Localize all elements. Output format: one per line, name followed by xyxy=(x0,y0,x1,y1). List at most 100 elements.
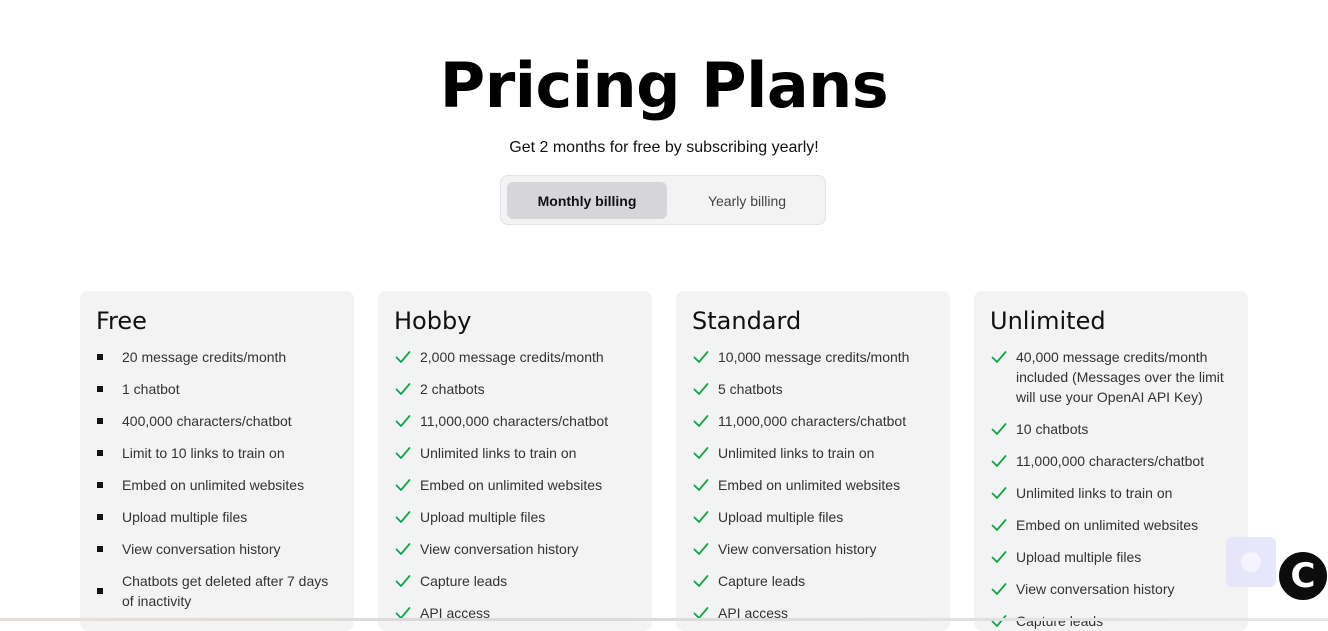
feature-text: 11,000,000 characters/chatbot xyxy=(1016,453,1205,469)
check-icon xyxy=(395,575,411,587)
check-icon xyxy=(395,383,411,395)
feature-text: Capture leads xyxy=(420,573,508,589)
feature-text: Capture leads xyxy=(1016,613,1104,629)
square-bullet-icon xyxy=(97,386,103,392)
feature-item: 2,000 message credits/month xyxy=(394,347,636,367)
chat-widget-preview[interactable] xyxy=(1226,537,1276,587)
feature-item: Embed on unlimited websites xyxy=(394,475,636,495)
feature-text: 400,000 characters/chatbot xyxy=(122,413,292,429)
feature-item: 1 chatbot xyxy=(96,379,338,399)
check-icon xyxy=(991,583,1007,595)
feature-item: View conversation history xyxy=(692,539,934,559)
feature-item: 20 message credits/month xyxy=(96,347,338,367)
feature-item: Capture leads xyxy=(990,611,1232,631)
feature-item: Unlimited links to train on xyxy=(692,443,934,463)
feature-item: View conversation history xyxy=(96,539,338,559)
feature-list: 40,000 message credits/month included (M… xyxy=(990,347,1232,631)
plan-card-unlimited: Unlimited 40,000 message credits/month i… xyxy=(974,291,1248,631)
check-icon xyxy=(693,351,709,363)
check-icon xyxy=(693,511,709,523)
yearly-billing-button[interactable]: Yearly billing xyxy=(667,182,827,219)
feature-item: Chatbots get deleted after 7 days of ina… xyxy=(96,571,338,611)
feature-item: 11,000,000 characters/chatbot xyxy=(394,411,636,431)
chat-launcher-button[interactable]: C xyxy=(1277,550,1328,602)
feature-text: Embed on unlimited websites xyxy=(1016,517,1199,533)
feature-item: 10 chatbots xyxy=(990,419,1232,439)
feature-item: Embed on unlimited websites xyxy=(692,475,934,495)
plan-name: Unlimited xyxy=(990,307,1106,335)
feature-text: 10 chatbots xyxy=(1016,421,1089,437)
feature-item: View conversation history xyxy=(990,579,1232,599)
check-icon xyxy=(991,519,1007,531)
feature-list: 2,000 message credits/month 2 chatbots 1… xyxy=(394,347,636,623)
feature-text: Upload multiple files xyxy=(122,509,248,525)
check-icon xyxy=(395,351,411,363)
feature-item: Upload multiple files xyxy=(990,547,1232,567)
page-title: Pricing Plans xyxy=(439,49,889,122)
feature-text: View conversation history xyxy=(718,541,877,557)
feature-text: 5 chatbots xyxy=(718,381,783,397)
feature-item: Limit to 10 links to train on xyxy=(96,443,338,463)
square-bullet-icon xyxy=(97,482,103,488)
square-bullet-icon xyxy=(97,450,103,456)
feature-item: Upload multiple files xyxy=(692,507,934,527)
monthly-billing-button[interactable]: Monthly billing xyxy=(507,182,667,219)
check-icon xyxy=(693,479,709,491)
feature-item: Upload multiple files xyxy=(394,507,636,527)
plan-card-standard: Standard 10,000 message credits/month 5 … xyxy=(676,291,950,631)
check-icon xyxy=(693,575,709,587)
feature-text: Unlimited links to train on xyxy=(1016,485,1173,501)
feature-item: Embed on unlimited websites xyxy=(990,515,1232,535)
check-icon xyxy=(991,351,1007,363)
feature-item: 2 chatbots xyxy=(394,379,636,399)
check-icon xyxy=(395,415,411,427)
feature-item: 11,000,000 characters/chatbot xyxy=(990,451,1232,471)
feature-item: Capture leads xyxy=(394,571,636,591)
feature-text: 1 chatbot xyxy=(122,381,180,397)
check-icon xyxy=(395,479,411,491)
square-bullet-icon xyxy=(97,514,103,520)
feature-text: 10,000 message credits/month xyxy=(718,349,910,365)
square-bullet-icon xyxy=(97,354,103,360)
plan-name: Standard xyxy=(692,307,802,335)
square-bullet-icon xyxy=(97,546,103,552)
feature-item: Unlimited links to train on xyxy=(394,443,636,463)
feature-item: Capture leads xyxy=(692,571,934,591)
check-icon xyxy=(395,447,411,459)
billing-toggle: Monthly billing Yearly billing xyxy=(500,175,826,225)
feature-item: 400,000 characters/chatbot xyxy=(96,411,338,431)
check-icon xyxy=(395,543,411,555)
check-icon xyxy=(991,615,1007,627)
feature-list: 10,000 message credits/month 5 chatbots … xyxy=(692,347,934,623)
feature-item: 5 chatbots xyxy=(692,379,934,399)
feature-text: View conversation history xyxy=(122,541,281,557)
feature-text: 2 chatbots xyxy=(420,381,485,397)
check-icon xyxy=(991,423,1007,435)
feature-text: Limit to 10 links to train on xyxy=(122,445,285,461)
plan-name: Free xyxy=(96,307,147,335)
feature-text: 40,000 message credits/month included (M… xyxy=(1016,349,1224,405)
feature-text: Embed on unlimited websites xyxy=(718,477,901,493)
feature-text: View conversation history xyxy=(1016,581,1175,597)
check-icon xyxy=(693,415,709,427)
square-bullet-icon xyxy=(97,418,103,424)
feature-text: Chatbots get deleted after 7 days of ina… xyxy=(122,573,329,609)
feature-text: 11,000,000 characters/chatbot xyxy=(718,413,907,429)
feature-text: View conversation history xyxy=(420,541,579,557)
feature-text: Upload multiple files xyxy=(420,509,546,525)
feature-item: 11,000,000 characters/chatbot xyxy=(692,411,934,431)
feature-text: Upload multiple files xyxy=(1016,549,1142,565)
feature-list: 20 message credits/month 1 chatbot 400,0… xyxy=(96,347,338,611)
check-icon xyxy=(693,543,709,555)
feature-item: Embed on unlimited websites xyxy=(96,475,338,495)
plan-name: Hobby xyxy=(394,307,472,335)
plan-card-free: Free 20 message credits/month 1 chatbot … xyxy=(80,291,354,631)
feature-text: 20 message credits/month xyxy=(122,349,287,365)
feature-text: Embed on unlimited websites xyxy=(122,477,305,493)
square-bullet-icon xyxy=(97,588,103,594)
check-icon xyxy=(991,551,1007,563)
feature-item: 10,000 message credits/month xyxy=(692,347,934,367)
feature-text: Upload multiple files xyxy=(718,509,844,525)
check-icon xyxy=(991,487,1007,499)
feature-text: Unlimited links to train on xyxy=(718,445,875,461)
